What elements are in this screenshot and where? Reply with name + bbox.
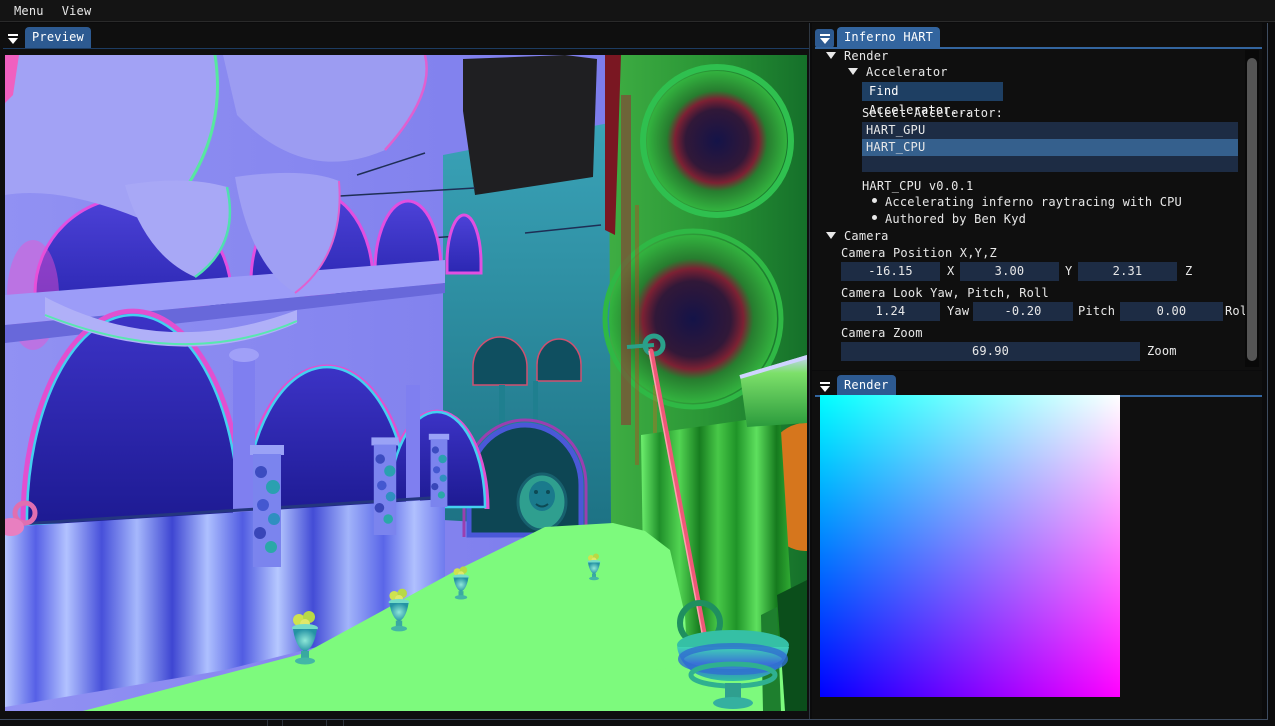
inspector-window-menu-button[interactable] [815,29,834,48]
preview-window-menu-button[interactable] [3,29,22,48]
border-tick [326,720,327,726]
scrollbar-grab[interactable] [1247,58,1257,361]
border-tick [343,720,344,726]
accelerator-info-title: HART_CPU v0.0.1 [812,178,1245,194]
camera-pos-x-label: X [947,262,954,281]
tree-node-label: Accelerator [866,65,948,79]
tree-node-render[interactable]: Render [812,48,1245,64]
inspector-content: Render Accelerator Find Accelerator... S… [812,48,1245,370]
tab-inferno-hart[interactable]: Inferno HART [837,27,940,48]
accelerator-info-bullet: Accelerating inferno raytracing with CPU [812,194,1245,210]
inspector-scrollbar [1245,50,1259,367]
select-accelerator-label: Select Accelerator: [812,105,1245,121]
chevron-down-icon [8,38,18,44]
tree-node-accelerator[interactable]: Accelerator [812,64,1245,80]
host-window-border-right [1267,23,1268,720]
tree-node-label: Render [844,49,889,63]
tab-bar-separator [3,48,810,49]
accelerator-option-0[interactable]: HART_GPU [862,122,1238,139]
render-window: Render [812,371,1262,719]
accelerator-option-1[interactable]: HART_CPU [862,139,1238,156]
window-menu-icon [820,382,830,384]
bullet-icon [872,215,877,220]
camera-zoom-input[interactable]: 69.90 [841,342,1140,361]
camera-pos-y-label: Y [1065,262,1072,281]
tab-preview[interactable]: Preview [25,27,91,48]
camera-look-fields: 1.24 Yaw -0.20 Pitch 0.00 Roll [812,302,1245,321]
preview-window: Preview [0,23,810,719]
camera-pitch-input[interactable]: -0.20 [973,302,1073,321]
window-menu-icon [820,34,830,36]
tree-open-icon [826,232,836,239]
camera-zoom-field-label: Zoom [1147,342,1177,361]
border-tick [282,720,283,726]
bottom-strip [0,720,1275,726]
render-output-image [820,395,1120,697]
inspector-window: Inferno HART Render Accelerator Find Acc… [812,23,1262,370]
render-tab-bar: Render [815,376,1262,396]
camera-pos-y-input[interactable]: 3.00 [960,262,1059,281]
menu-item-menu[interactable]: Menu [5,4,53,18]
preview-render-image [5,55,807,711]
tree-node-label: Camera [844,229,889,243]
preview-tab-bar: Preview [3,28,810,48]
chevron-down-icon [820,386,830,392]
camera-look-label: Camera Look Yaw, Pitch, Roll [812,285,1245,301]
camera-zoom-label: Camera Zoom [812,325,1245,341]
camera-pos-z-input[interactable]: 2.31 [1078,262,1177,281]
window-menu-icon [8,34,18,36]
bullet-text: Authored by Ben Kyd [885,212,1026,226]
camera-zoom-row: 69.90 Zoom [812,342,1245,361]
camera-pos-z-label: Z [1185,262,1192,281]
chevron-down-icon [820,38,830,44]
bullet-text: Accelerating inferno raytracing with CPU [885,195,1182,209]
menu-bar: Menu View [0,0,1275,22]
tree-open-icon [848,68,858,75]
tab-render[interactable]: Render [837,375,896,396]
camera-yaw-label: Yaw [947,302,969,321]
preview-render-viewport[interactable] [5,55,807,711]
menu-item-view[interactable]: View [53,4,101,18]
render-window-menu-button[interactable] [815,377,834,396]
tree-open-icon [826,52,836,59]
find-accelerator-button[interactable]: Find Accelerator... [862,82,1003,101]
camera-position-fields: -16.15 X 3.00 Y 2.31 Z [812,262,1245,281]
panel-divider[interactable] [809,23,810,719]
accelerator-info-bullet: Authored by Ben Kyd [812,211,1245,227]
camera-position-label: Camera Position X,Y,Z [812,245,1245,261]
camera-roll-label: Roll [1225,302,1245,321]
camera-pitch-label: Pitch [1078,302,1115,321]
accelerator-listbox: HART_GPU HART_CPU [862,122,1238,172]
border-tick [267,720,268,726]
camera-roll-input[interactable]: 0.00 [1120,302,1223,321]
bullet-icon [872,198,877,203]
tree-node-camera[interactable]: Camera [812,228,1245,244]
camera-pos-x-input[interactable]: -16.15 [841,262,940,281]
inspector-tab-bar: Inferno HART [815,28,1262,48]
camera-yaw-input[interactable]: 1.24 [841,302,940,321]
